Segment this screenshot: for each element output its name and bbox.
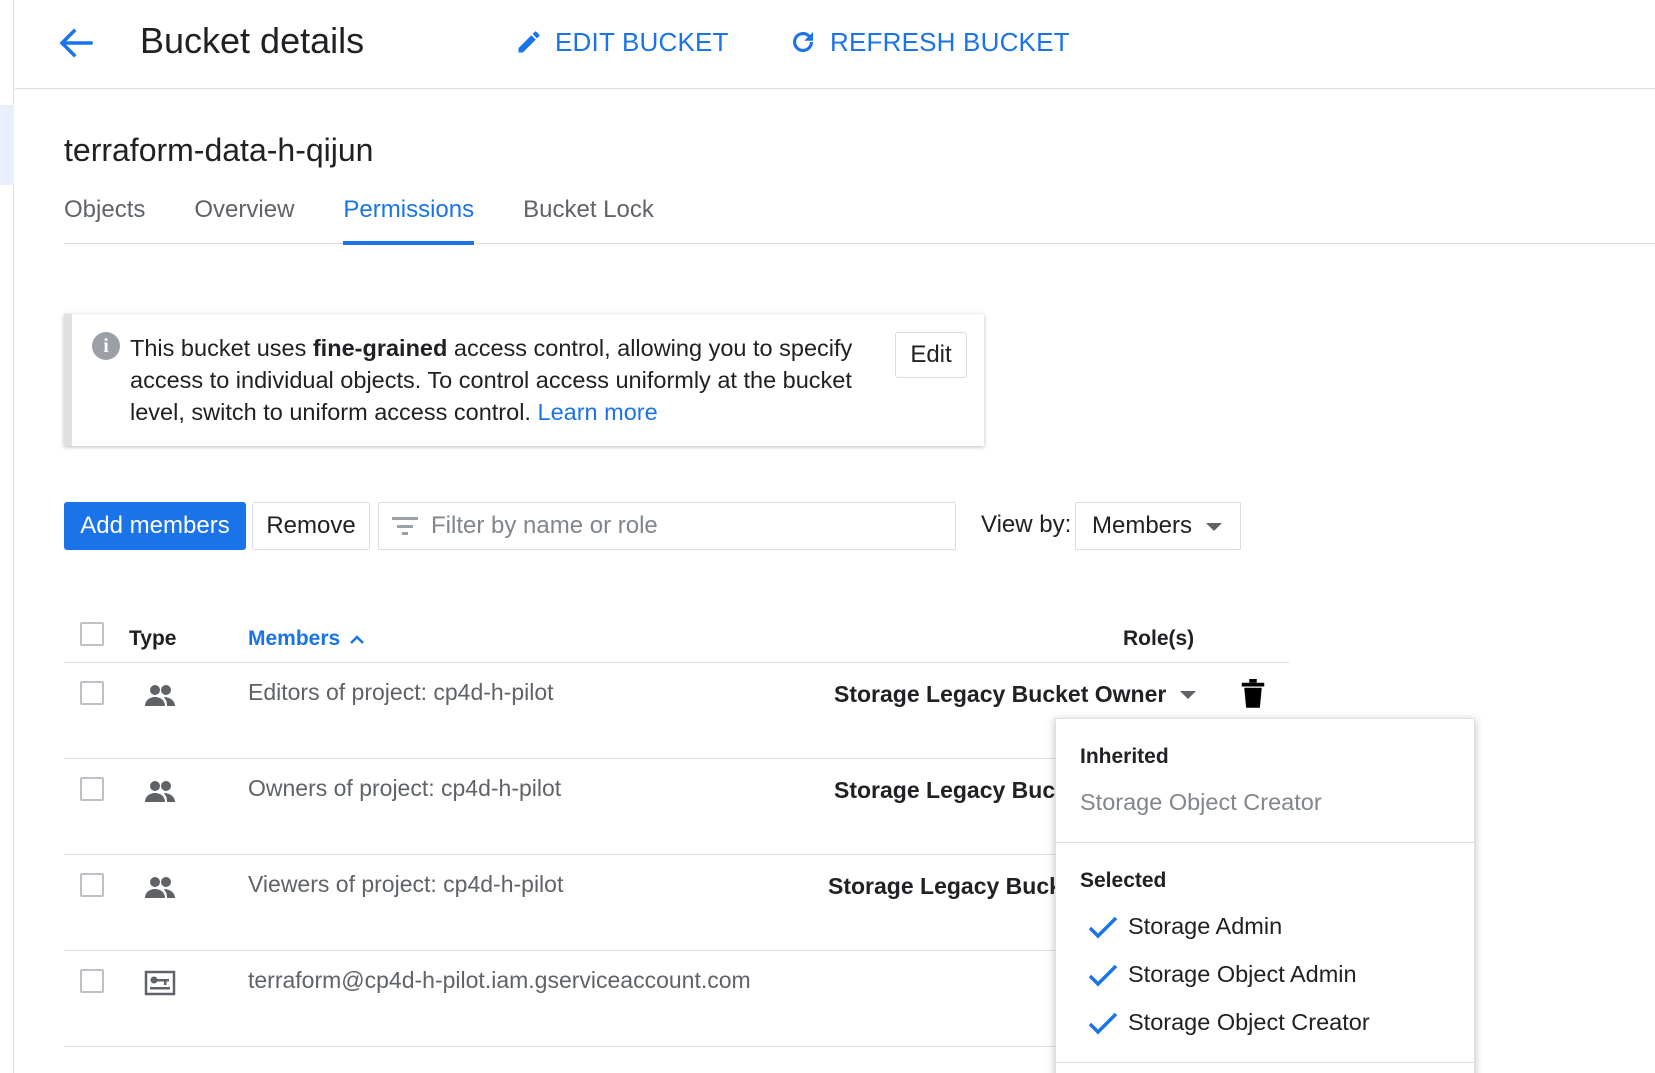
member-name: terraform@cp4d-h-pilot.iam.gserviceaccou… — [248, 967, 751, 993]
selected-heading: Selected — [1080, 869, 1167, 892]
info-text: This bucket uses fine-grained access con… — [130, 332, 870, 428]
learn-more-link[interactable]: Learn more — [538, 399, 658, 425]
role-select[interactable]: Storage Legacy Buck — [834, 777, 1068, 804]
table-header: Type Members Role(s) — [64, 615, 1289, 663]
row-checkbox[interactable] — [80, 873, 104, 897]
checkmark-icon — [1088, 1012, 1118, 1034]
view-by-select[interactable]: Members — [1075, 502, 1241, 550]
edit-access-button[interactable]: Edit — [895, 332, 967, 378]
bucket-name: terraform-data-h-qijun — [64, 132, 374, 168]
selected-role-item[interactable]: Storage Object Admin — [1088, 961, 1357, 988]
trash-icon[interactable] — [1240, 679, 1266, 709]
info-text-before: This bucket uses — [130, 335, 313, 361]
page-title: Bucket details — [140, 20, 365, 61]
member-name: Editors of project: cp4d-h-pilot — [248, 679, 554, 705]
sort-ascending-icon — [350, 635, 365, 644]
tab-permissions[interactable]: Permissions — [343, 190, 474, 245]
selected-role-label: Storage Object Admin — [1128, 961, 1357, 987]
selected-role-item[interactable]: Storage Object Creator — [1088, 1009, 1370, 1036]
group-icon — [145, 685, 175, 706]
dropdown-caret-icon — [1180, 690, 1197, 699]
refresh-bucket-button[interactable]: REFRESH BUCKET — [788, 24, 1070, 60]
header-roles: Role(s) — [1123, 627, 1195, 650]
filter-icon — [391, 512, 419, 540]
refresh-bucket-label: REFRESH BUCKET — [830, 26, 1070, 57]
role-label: Storage Legacy Buck — [828, 873, 1062, 899]
tab-bar: Objects Overview Permissions Bucket Lock — [64, 190, 1655, 245]
header-type: Type — [129, 627, 177, 650]
tab-overview[interactable]: Overview — [194, 190, 294, 244]
back-button[interactable] — [53, 20, 99, 66]
row-checkbox[interactable] — [80, 681, 104, 705]
filter-input[interactable] — [431, 512, 931, 540]
header-members[interactable]: Members — [248, 627, 365, 651]
row-checkbox[interactable] — [80, 969, 104, 993]
role-label: Storage Legacy Bucket Owner — [834, 681, 1167, 707]
pencil-icon — [518, 31, 540, 53]
checkmark-icon — [1088, 916, 1118, 938]
inherited-heading: Inherited — [1080, 745, 1169, 768]
member-name: Viewers of project: cp4d-h-pilot — [248, 871, 564, 897]
add-members-button[interactable]: Add members — [64, 502, 246, 550]
arrow-back-icon — [59, 28, 93, 58]
edit-bucket-button[interactable]: EDIT BUCKET — [515, 24, 729, 60]
left-nav-rail — [0, 0, 14, 1073]
group-icon — [145, 877, 175, 898]
role-select[interactable]: Storage Legacy Bucket Owner — [834, 681, 1197, 708]
view-by-label: View by: — [981, 511, 1072, 538]
refresh-icon — [793, 32, 813, 52]
tab-bucket-lock[interactable]: Bucket Lock — [523, 190, 654, 244]
dropdown-divider — [1056, 1062, 1474, 1063]
top-bar: Bucket details EDIT BUCKET REFRESH BUCKE… — [15, 0, 1655, 89]
selected-role-label: Storage Admin — [1128, 913, 1283, 939]
tab-objects[interactable]: Objects — [64, 190, 145, 244]
remove-button[interactable]: Remove — [252, 502, 370, 550]
filter-field — [378, 502, 956, 550]
checkmark-icon — [1088, 964, 1118, 986]
access-control-info-box: i This bucket uses fine-grained access c… — [64, 314, 984, 446]
selected-role-item[interactable]: Storage Admin — [1088, 913, 1282, 940]
role-dropdown-menu: Inherited Storage Object Creator Selecte… — [1055, 718, 1475, 1073]
inherited-role-item: Storage Object Creator — [1080, 789, 1322, 815]
edit-bucket-label: EDIT BUCKET — [555, 26, 729, 57]
group-icon — [145, 781, 175, 802]
member-name: Owners of project: cp4d-h-pilot — [248, 775, 562, 801]
service-account-icon — [144, 970, 176, 996]
dropdown-caret-icon — [1206, 523, 1222, 531]
info-icon: i — [92, 332, 120, 360]
view-by-value: Members — [1092, 512, 1193, 539]
role-label: Storage Legacy Buck — [834, 777, 1068, 803]
dropdown-divider — [1056, 842, 1474, 843]
left-nav-accent — [0, 105, 14, 185]
header-members-label: Members — [248, 627, 341, 650]
role-select[interactable]: Storage Legacy Buck — [828, 873, 1062, 900]
row-checkbox[interactable] — [80, 777, 104, 801]
info-text-bold: fine-grained — [312, 335, 448, 361]
selected-role-label: Storage Object Creator — [1128, 1009, 1370, 1035]
select-all-checkbox[interactable] — [80, 622, 104, 646]
